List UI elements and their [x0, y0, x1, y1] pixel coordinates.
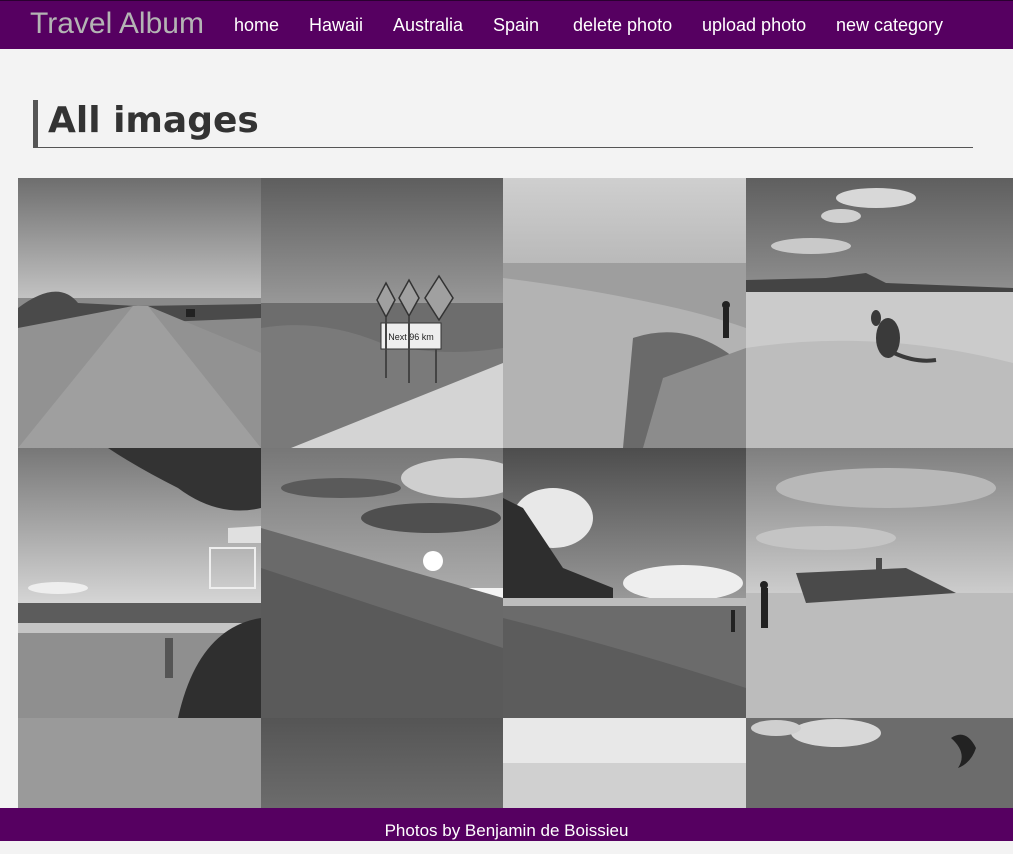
- photo-dark-sky[interactable]: [261, 718, 503, 808]
- top-navbar: Travel Album home Hawaii Australia Spain…: [0, 0, 1013, 49]
- nav-link-spain[interactable]: Spain: [493, 15, 539, 35]
- brand-link[interactable]: Travel Album: [30, 6, 204, 42]
- photo-wildlife-signs[interactable]: Next 96 km: [261, 178, 503, 448]
- photo-kitesurf-beach[interactable]: [746, 718, 1013, 808]
- photo-gallery: Next 96 km: [18, 178, 1013, 808]
- nav-link-upload-photo[interactable]: upload photo: [702, 15, 806, 35]
- nav-link-delete-photo[interactable]: delete photo: [573, 15, 672, 35]
- photo-sunset-sand[interactable]: [261, 448, 503, 718]
- photo-lifeguard-beach[interactable]: [18, 448, 261, 718]
- photo-shipwreck-beach[interactable]: [746, 448, 1013, 718]
- sign-text: Next 96 km: [388, 332, 434, 342]
- nav-link-home[interactable]: home: [234, 15, 279, 35]
- photo-horizon-sea[interactable]: [503, 718, 746, 808]
- nav-link-new-category[interactable]: new category: [836, 15, 943, 35]
- photo-desert-road[interactable]: [18, 178, 261, 448]
- photo-grey-sky[interactable]: [18, 718, 261, 808]
- nav-link-hawaii[interactable]: Hawaii: [309, 15, 363, 35]
- page-title: All images: [33, 100, 973, 148]
- footer: Photos by Benjamin de Boissieu: [0, 808, 1013, 841]
- photo-kangaroo-beach[interactable]: [746, 178, 1013, 448]
- photo-palm-beach[interactable]: [503, 448, 746, 718]
- photo-rocky-cliff[interactable]: [503, 178, 746, 448]
- nav-link-australia[interactable]: Australia: [393, 15, 463, 35]
